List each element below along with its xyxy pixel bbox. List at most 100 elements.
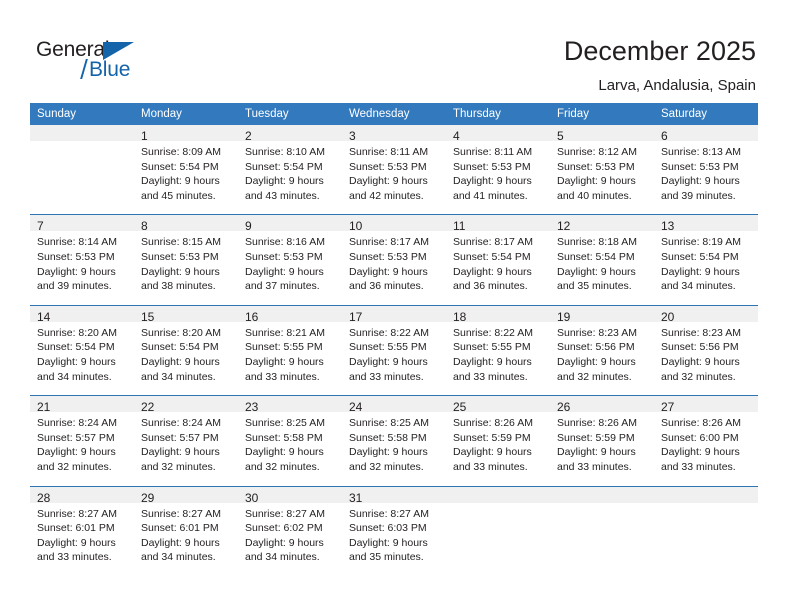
calendar-week-row: 28 Sunrise: 8:27 AM Sunset: 6:01 PM Dayligh… [30,485,758,576]
day-detail-line: and 33 minutes. [557,460,632,473]
day-detail-line: Sunrise: 8:23 AM [557,326,637,339]
day-details: Sunrise: 8:23 AM Sunset: 5:56 PM Daylight:… [654,322,758,395]
day-cell-27[interactable]: 27 Sunrise: 8:26 AM Sunset: 6:00 PM Dayligh… [654,395,758,486]
day-cell-23[interactable]: 23 Sunrise: 8:25 AM Sunset: 5:58 PM Dayligh… [238,395,342,486]
day-number: 13 [654,215,758,233]
day-cell-20[interactable]: 20 Sunrise: 8:23 AM Sunset: 5:56 PM Dayligh… [654,304,758,396]
day-details: Sunrise: 8:17 AM Sunset: 5:53 PM Daylight:… [342,231,446,304]
day-detail-line: Sunrise: 8:25 AM [245,417,325,430]
weekday-header-sunday: Sunday [30,103,134,125]
day-cell-14[interactable]: 14 Sunrise: 8:20 AM Sunset: 5:54 PM Dayligh… [30,304,134,396]
day-cell-4[interactable]: 4 Sunrise: 8:11 AM Sunset: 5:53 PM Daylight… [446,125,550,215]
day-cell-1[interactable]: 1 Sunrise: 8:09 AM Sunset: 5:54 PM Daylight… [134,125,238,215]
day-cell-6[interactable]: 6 Sunrise: 8:13 AM Sunset: 5:53 PM Daylight… [654,125,758,215]
day-cell-24[interactable]: 24 Sunrise: 8:25 AM Sunset: 5:58 PM Dayligh… [342,395,446,486]
day-detail-line: Sunset: 5:59 PM [557,431,635,444]
day-details: Sunrise: 8:24 AM Sunset: 5:57 PM Daylight:… [134,412,238,485]
day-cell-9[interactable]: 9 Sunrise: 8:16 AM Sunset: 5:53 PM Daylight… [238,214,342,306]
day-cell-26[interactable]: 26 Sunrise: 8:26 AM Sunset: 5:59 PM Dayligh… [550,395,654,486]
day-details: Sunrise: 8:27 AM Sunset: 6:02 PM Daylight:… [238,503,342,576]
day-detail-line: Daylight: 9 hours [453,265,532,278]
day-detail-line: Sunset: 5:54 PM [557,250,635,263]
day-cell-10[interactable]: 10 Sunrise: 8:17 AM Sunset: 5:53 PM Dayligh… [342,214,446,306]
day-detail-line: Daylight: 9 hours [557,265,636,278]
day-cell-16[interactable]: 16 Sunrise: 8:21 AM Sunset: 5:55 PM Dayligh… [238,304,342,396]
day-detail-line: Sunset: 5:55 PM [349,341,427,354]
calendar-page: General Blue December 2025 Larva, Andalu… [0,0,792,612]
day-detail-line: Sunrise: 8:25 AM [349,417,429,430]
day-detail-line: Sunset: 5:54 PM [453,250,531,263]
day-cell-25[interactable]: 25 Sunrise: 8:26 AM Sunset: 5:59 PM Dayligh… [446,395,550,486]
calendar-header-row: Sunday Monday Tuesday Wednesday Thursday Frid… [30,103,758,125]
day-number: 19 [550,305,654,324]
day-detail-line: and 33 minutes. [349,370,424,383]
day-detail-line: and 33 minutes. [245,370,320,383]
day-cell-3[interactable]: 3 Sunrise: 8:11 AM Sunset: 5:53 PM Daylight… [342,125,446,215]
day-detail-line: Sunset: 5:54 PM [661,250,739,263]
day-number: 21 [30,396,134,414]
day-details [446,503,550,576]
day-cell-12[interactable]: 12 Sunrise: 8:18 AM Sunset: 5:54 PM Dayligh… [550,214,654,306]
day-cell-7[interactable]: 7 Sunrise: 8:14 AM Sunset: 5:53 PM Daylight… [30,214,134,306]
day-detail-line: Sunrise: 8:21 AM [245,326,325,339]
day-cell-2[interactable]: 2 Sunrise: 8:10 AM Sunset: 5:54 PM Daylight… [238,125,342,215]
day-detail-line: Sunset: 5:53 PM [349,160,427,173]
day-cell-28[interactable]: 28 Sunrise: 8:27 AM Sunset: 6:01 PM Dayligh… [30,485,134,576]
day-detail-line: and 35 minutes. [349,551,424,564]
day-detail-line: Daylight: 9 hours [557,355,636,368]
day-detail-line: and 39 minutes. [661,189,736,202]
day-number: 4 [446,125,550,143]
day-detail-line: Sunrise: 8:17 AM [453,236,533,249]
weekday-header-friday: Friday [550,103,654,125]
day-detail-line: and 33 minutes. [37,551,112,564]
day-detail-line: Sunrise: 8:23 AM [661,326,741,339]
day-detail-line: Sunset: 6:00 PM [661,431,739,444]
day-detail-line: Sunset: 5:53 PM [245,250,323,263]
day-cell-5[interactable]: 5 Sunrise: 8:12 AM Sunset: 5:53 PM Daylight… [550,125,654,215]
day-detail-line: Sunset: 6:02 PM [245,522,323,535]
day-cell-18[interactable]: 18 Sunrise: 8:22 AM Sunset: 5:55 PM Dayligh… [446,304,550,396]
day-cell-29[interactable]: 29 Sunrise: 8:27 AM Sunset: 6:01 PM Dayligh… [134,485,238,576]
day-detail-line: Daylight: 9 hours [661,265,740,278]
day-detail-line: Sunrise: 8:10 AM [245,146,325,158]
day-cell-13[interactable]: 13 Sunrise: 8:19 AM Sunset: 5:54 PM Dayligh… [654,214,758,306]
day-details: Sunrise: 8:11 AM Sunset: 5:53 PM Daylight:… [342,141,446,214]
day-detail-line: and 34 minutes. [661,280,736,293]
day-cell-empty [654,485,758,576]
day-detail-line: Sunrise: 8:11 AM [453,146,533,158]
day-detail-line: and 34 minutes. [141,370,216,383]
day-cell-22[interactable]: 22 Sunrise: 8:24 AM Sunset: 5:57 PM Dayligh… [134,395,238,486]
day-detail-line: Daylight: 9 hours [141,265,220,278]
day-details: Sunrise: 8:21 AM Sunset: 5:55 PM Daylight:… [238,322,342,395]
day-detail-line: and 32 minutes. [349,460,424,473]
day-detail-line: Sunset: 5:55 PM [453,341,531,354]
day-detail-line: Daylight: 9 hours [245,265,324,278]
day-detail-line: and 37 minutes. [245,280,320,293]
day-details [654,503,758,576]
weekday-header-saturday: Saturday [654,103,758,125]
day-cell-8[interactable]: 8 Sunrise: 8:15 AM Sunset: 5:53 PM Daylight… [134,214,238,306]
day-detail-line: and 33 minutes. [453,460,528,473]
day-detail-line: Sunrise: 8:26 AM [661,417,741,430]
day-detail-line: Daylight: 9 hours [37,446,116,459]
day-cell-31[interactable]: 31 Sunrise: 8:27 AM Sunset: 6:03 PM Dayligh… [342,485,446,576]
day-detail-line: Sunrise: 8:09 AM [141,146,221,158]
day-number: 27 [654,396,758,414]
day-number: 15 [134,305,238,324]
day-cell-11[interactable]: 11 Sunrise: 8:17 AM Sunset: 5:54 PM Dayligh… [446,214,550,306]
day-cell-21[interactable]: 21 Sunrise: 8:24 AM Sunset: 5:57 PM Dayligh… [30,395,134,486]
day-number [30,125,134,141]
day-details: Sunrise: 8:20 AM Sunset: 5:54 PM Daylight:… [134,322,238,395]
day-details: Sunrise: 8:19 AM Sunset: 5:54 PM Daylight:… [654,231,758,304]
day-detail-line: Daylight: 9 hours [349,175,428,188]
day-details: Sunrise: 8:26 AM Sunset: 5:59 PM Daylight:… [446,412,550,485]
day-detail-line: Daylight: 9 hours [37,355,116,368]
weekday-header-thursday: Thursday [446,103,550,125]
day-cell-19[interactable]: 19 Sunrise: 8:23 AM Sunset: 5:56 PM Dayligh… [550,304,654,396]
day-cell-17[interactable]: 17 Sunrise: 8:22 AM Sunset: 5:55 PM Dayligh… [342,304,446,396]
day-number: 20 [654,305,758,324]
day-cell-15[interactable]: 15 Sunrise: 8:20 AM Sunset: 5:54 PM Dayligh… [134,304,238,396]
day-detail-line: Sunset: 5:53 PM [141,250,219,263]
day-cell-30[interactable]: 30 Sunrise: 8:27 AM Sunset: 6:02 PM Dayligh… [238,485,342,576]
day-detail-line: and 34 minutes. [141,551,216,564]
